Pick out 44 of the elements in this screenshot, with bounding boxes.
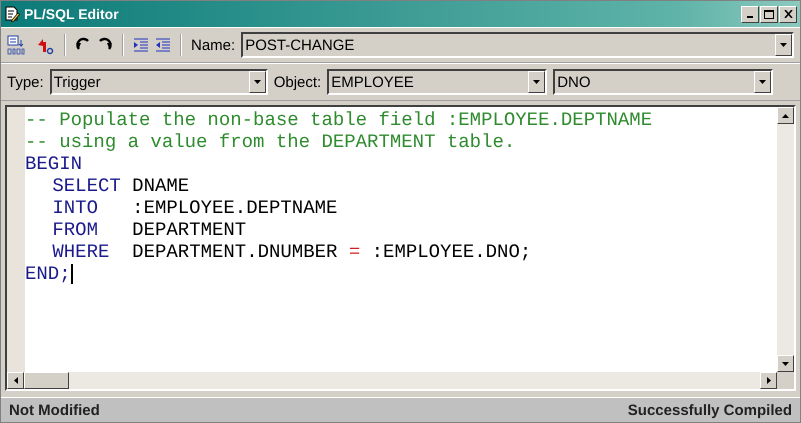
object-label: Object: [274, 74, 322, 90]
caret-down-icon [782, 362, 789, 366]
caret-up-icon [782, 114, 789, 118]
caret-down-icon [254, 80, 261, 84]
code-editor[interactable] [25, 107, 777, 372]
indent-icon[interactable] [133, 37, 149, 53]
close-icon [784, 10, 792, 18]
maximize-button[interactable] [760, 6, 778, 22]
scroll-down-button[interactable] [777, 355, 794, 372]
type-label: Type: [7, 74, 44, 90]
close-button[interactable] [779, 6, 797, 22]
object-dropdown[interactable]: EMPLOYEE [327, 69, 548, 95]
code-line: WHERE DEPARTMENT.DNUMBER = :EMPLOYEE.DNO; [52, 241, 532, 263]
outdent-icon[interactable] [155, 37, 171, 53]
caret-down-icon [533, 80, 540, 84]
code-line: -- using a value from the DEPARTMENT table. [25, 131, 516, 153]
scroll-right-button[interactable] [760, 372, 777, 389]
caret-right-icon [766, 377, 770, 384]
text-cursor [70, 264, 73, 284]
code-line: BEGIN [25, 153, 82, 175]
type-dropdown[interactable]: Trigger [50, 69, 268, 95]
caret-down-icon [780, 43, 788, 47]
window-title: PL/SQL Editor [24, 6, 120, 22]
code-line: SELECT DNAME [52, 175, 190, 197]
scrollbar-corner [777, 372, 794, 389]
code-line: FROM DEPARTMENT [52, 219, 246, 241]
caret-left-icon [14, 377, 18, 384]
scroll-left-button[interactable] [7, 372, 24, 389]
modified-status: Not Modified [9, 402, 100, 418]
code-line: INTO :EMPLOYEE.DEPTNAME [52, 197, 338, 219]
caret-down-icon [759, 80, 766, 84]
horizontal-scrollbar[interactable] [7, 372, 794, 389]
name-dropdown[interactable]: POST-CHANGE [241, 32, 794, 58]
compile-status: Successfully Compiled [628, 402, 792, 418]
code-line: END; [25, 263, 73, 285]
document-pencil-icon [4, 6, 20, 22]
name-label: Name: [191, 36, 236, 54]
maximize-icon [764, 10, 774, 18]
scroll-up-button[interactable] [777, 107, 794, 124]
vertical-scrollbar[interactable] [777, 107, 794, 372]
minimize-button[interactable] [741, 6, 759, 22]
item-dropdown[interactable]: DNO [553, 69, 774, 95]
scroll-thumb[interactable] [24, 372, 69, 389]
code-line: -- Populate the non-base table field :EMPLOYEE.DEPTNAME [25, 109, 652, 131]
